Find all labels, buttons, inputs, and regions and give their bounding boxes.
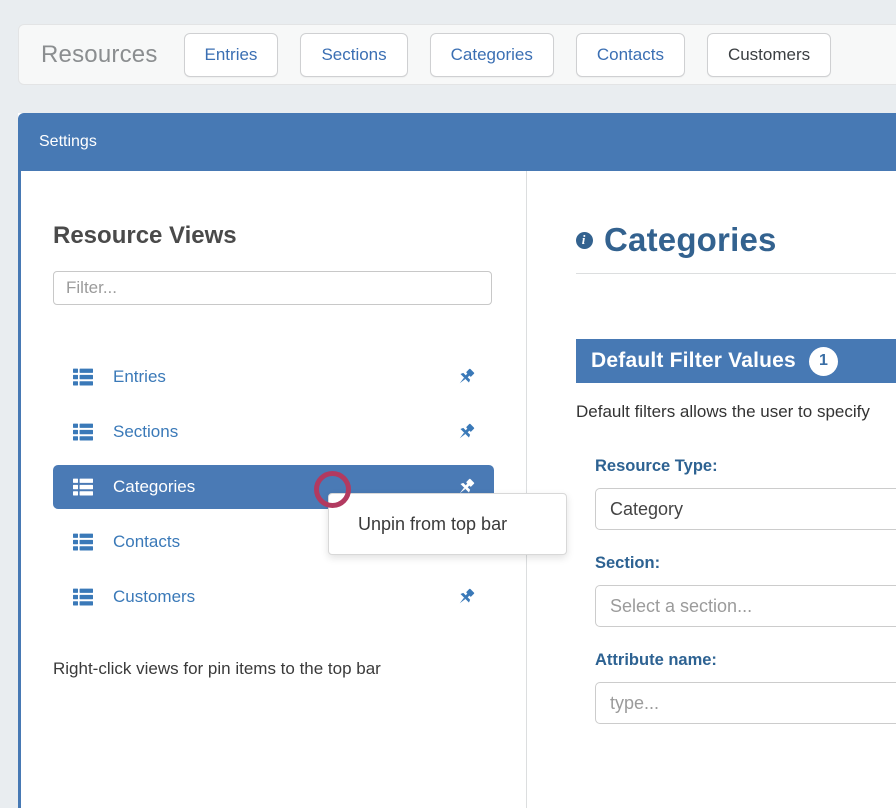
filter-input[interactable] [53, 271, 492, 305]
topbar-button-customers[interactable]: Customers [707, 33, 831, 77]
field-input-0[interactable] [595, 488, 896, 530]
page-title: Resources [41, 41, 158, 69]
form-field: Section: [595, 554, 896, 627]
context-menu-item-unpin[interactable]: Unpin from top bar [329, 514, 566, 535]
pin-icon[interactable] [456, 587, 476, 607]
view-list: Entries Sections [53, 355, 526, 619]
list-icon [73, 588, 93, 606]
detail-title: Categories [604, 221, 777, 259]
sidebar-title: Resource Views [53, 222, 526, 250]
resource-views-sidebar: Resource Views Entries [21, 171, 527, 808]
sidebar-view-item-customers[interactable]: Customers [53, 575, 494, 619]
form-field: Resource Type: [595, 457, 896, 530]
field-label: Resource Type: [595, 457, 896, 476]
title-divider [576, 273, 896, 274]
section-title: Default Filter Values [591, 349, 796, 373]
topbar-button-categories[interactable]: Categories [430, 33, 554, 77]
list-icon [73, 368, 93, 386]
top-bar: Resources Entries Sections Categories Conta… [18, 24, 896, 85]
view-item-label: Contacts [113, 532, 180, 552]
pin-icon[interactable] [456, 367, 476, 387]
topbar-button-contacts[interactable]: Contacts [576, 33, 685, 77]
detail-title-row: i Categories [576, 221, 896, 259]
list-icon [73, 423, 93, 441]
view-item-label: Sections [113, 422, 178, 442]
settings-panel-header: Settings [18, 113, 896, 171]
sidebar-view-item-entries[interactable]: Entries [53, 355, 494, 399]
context-menu: Unpin from top bar [328, 493, 567, 555]
sidebar-view-item-sections[interactable]: Sections [53, 410, 494, 454]
pinned-views-button-group: Entries Sections Categories Contacts Custome… [184, 33, 832, 77]
default-filter-values-header: Default Filter Values 1 [576, 339, 896, 383]
topbar-button-entries[interactable]: Entries [184, 33, 279, 77]
view-item-label: Customers [113, 587, 195, 607]
field-input-2[interactable] [595, 682, 896, 724]
topbar-button-sections[interactable]: Sections [300, 33, 407, 77]
default-filters-form: Resource Type: Section: Attribute name: [576, 457, 896, 724]
field-input-1[interactable] [595, 585, 896, 627]
view-item-label: Categories [113, 477, 195, 497]
view-detail-panel: i Categories Default Filter Values 1 Def… [527, 171, 896, 808]
view-item-label: Entries [113, 367, 166, 387]
field-label: Section: [595, 554, 896, 573]
info-circle-icon: i [576, 232, 593, 249]
field-label: Attribute name: [595, 651, 896, 670]
pin-icon[interactable] [456, 422, 476, 442]
section-description: Default filters allows the user to speci… [576, 402, 896, 422]
list-icon [73, 533, 93, 551]
form-field: Attribute name: [595, 651, 896, 724]
pin-hint-text: Right-click views for pin items to the t… [53, 659, 526, 679]
settings-panel-body: Resource Views Entries [18, 171, 896, 808]
settings-panel-title: Settings [39, 133, 97, 151]
list-icon [73, 478, 93, 496]
settings-panel: Settings Resource Views Entries [18, 113, 896, 808]
count-badge: 1 [809, 347, 838, 376]
